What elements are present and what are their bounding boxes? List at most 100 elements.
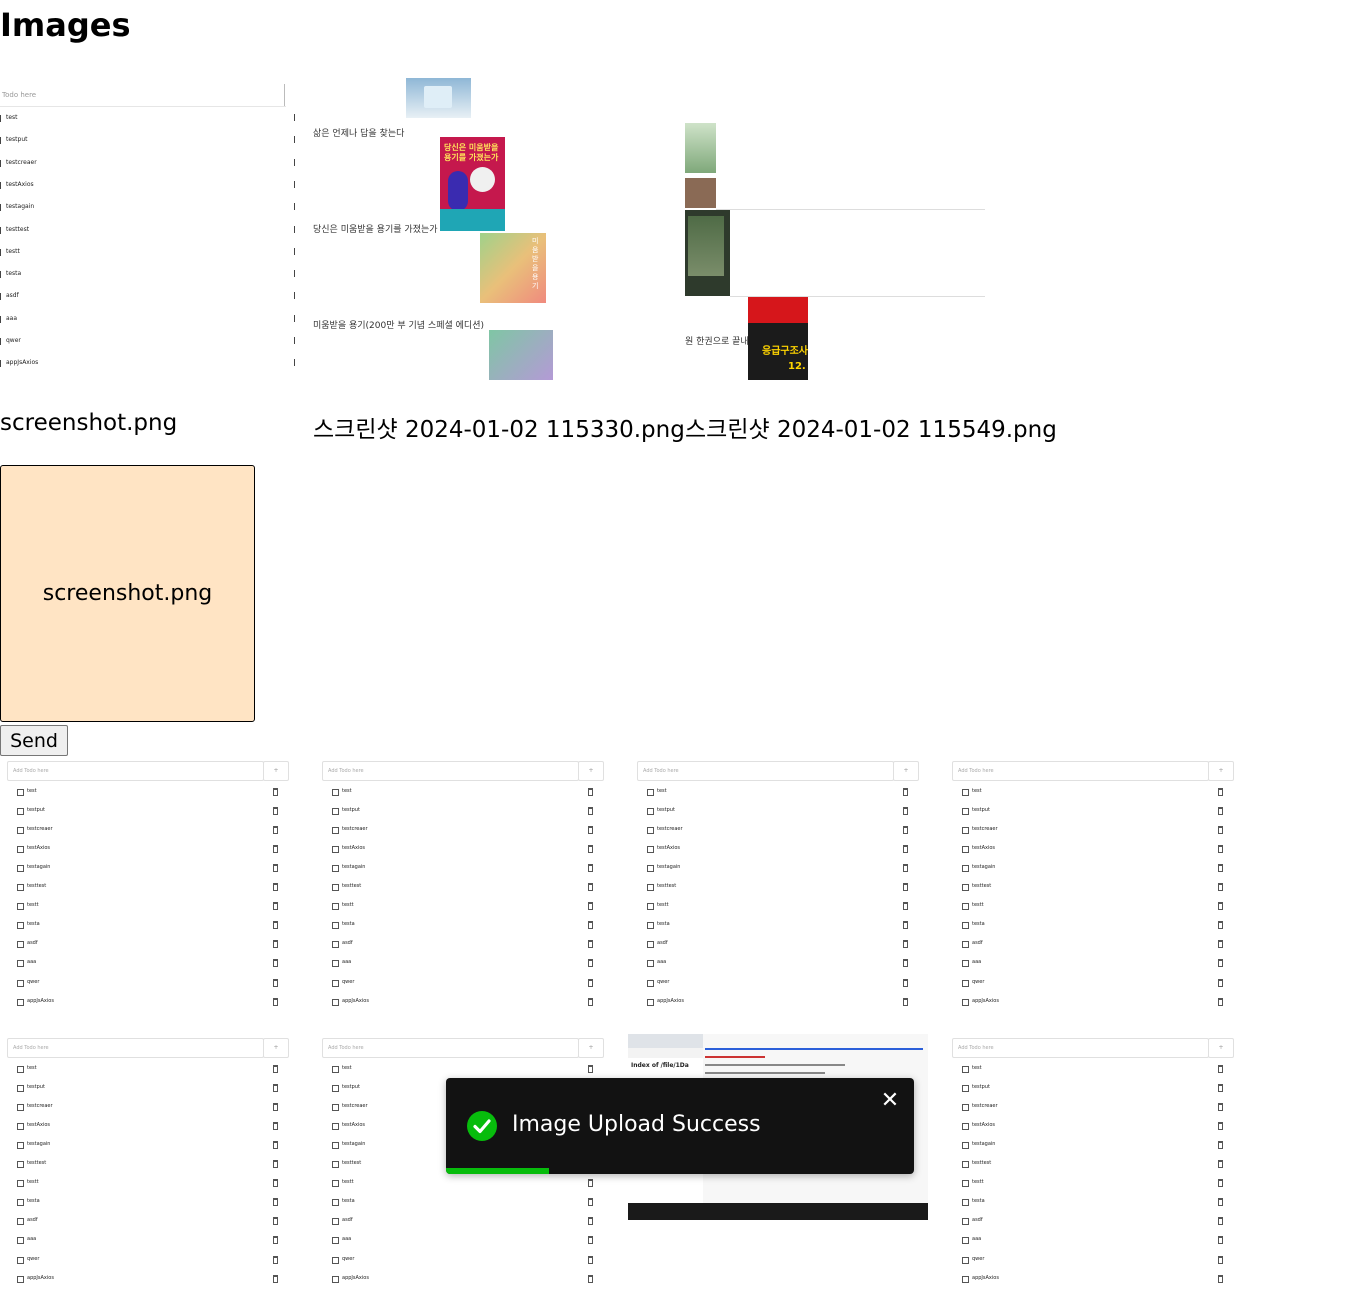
todo-thumb-label: testagain xyxy=(27,864,51,871)
todo-input-thumb: Add Todo here xyxy=(7,1038,264,1058)
todo-thumb-label: aaa xyxy=(27,1236,37,1243)
file-dropzone[interactable]: screenshot.png xyxy=(0,465,255,722)
todo-thumb-label: testagain xyxy=(657,864,681,871)
checkbox-icon xyxy=(332,941,339,949)
todo-input-thumb: Todo here xyxy=(0,84,286,107)
todo-thumb-row: test xyxy=(945,1065,1245,1084)
todo-thumb-label: testtest xyxy=(972,883,992,890)
todo-thumb-label: testagain xyxy=(972,864,996,871)
todo-input-thumb: Add Todo here xyxy=(952,761,1209,781)
todo-thumb-label: qwer xyxy=(27,978,40,985)
trash-icon xyxy=(1218,1217,1223,1226)
todo-thumb-row: test xyxy=(945,788,1245,807)
checkbox-icon xyxy=(17,960,24,968)
trash-icon xyxy=(1218,940,1223,949)
trash-icon xyxy=(294,158,298,166)
todo-thumb-row: asdf xyxy=(945,940,1245,959)
todo-thumb-label: appJsAxios xyxy=(6,359,39,367)
gallery-image[interactable]: Add Todo here + test testput testcreaer testA… xyxy=(945,1038,1245,1308)
todo-thumb-row: aaa xyxy=(0,1236,300,1255)
checkbox-icon xyxy=(332,846,339,854)
checkbox-icon xyxy=(647,903,654,911)
todo-thumb-row: testtest xyxy=(0,1160,300,1179)
todo-thumb-label: test xyxy=(342,1065,352,1071)
todo-thumb-row: asdf xyxy=(0,1217,300,1236)
checkbox-icon xyxy=(0,226,3,234)
book-result-text-3: 미움받을 용기(200만 부 기념 스페셜 에디션) xyxy=(313,321,484,331)
todo-thumb-row: qwer xyxy=(0,1255,300,1275)
todo-thumb-row: testput xyxy=(0,1084,300,1103)
trash-icon xyxy=(903,959,908,968)
checkbox-icon xyxy=(17,808,24,816)
checkbox-icon xyxy=(17,1237,24,1245)
todo-thumb-label: testtest xyxy=(342,1160,362,1167)
checkbox-icon xyxy=(0,315,3,323)
todo-thumb-row: testcreaer xyxy=(0,1103,300,1122)
todo-thumb-row: testAxios xyxy=(0,179,300,193)
todo-thumb-label: testcreaer xyxy=(27,1103,53,1110)
todo-thumb-row: aaa xyxy=(0,313,300,327)
checkbox-icon xyxy=(962,998,969,1006)
checkbox-icon xyxy=(332,1161,339,1169)
todo-thumb-row: testagain xyxy=(945,864,1245,883)
todo-thumb-row: testAxios xyxy=(315,845,615,864)
checkbox-icon xyxy=(0,115,3,122)
trash-icon xyxy=(1218,1274,1223,1283)
todo-thumb-label: aaa xyxy=(657,959,667,966)
todo-thumb-label: testa xyxy=(972,1198,985,1205)
todo-input-thumb: Add Todo here xyxy=(322,1038,579,1058)
checkbox-icon xyxy=(962,827,969,835)
trash-icon xyxy=(273,1179,278,1188)
todo-thumb-label: testAxios xyxy=(972,845,996,852)
trash-icon xyxy=(588,921,593,930)
todo-thumb-label: appJsAxios xyxy=(342,997,369,1004)
todo-thumb-row: testagain xyxy=(315,864,615,883)
close-icon[interactable]: ✕ xyxy=(880,1090,900,1112)
gallery-image[interactable]: Add Todo here + test testput testcreaer testA… xyxy=(630,761,930,1031)
trash-icon xyxy=(273,940,278,949)
gallery-image[interactable]: Add Todo here + test testput testcreaer testA… xyxy=(945,761,1245,1031)
gallery-image[interactable]: Add Todo here + test testput testcreaer testA… xyxy=(0,1038,300,1308)
todo-thumb-row: appJsAxios xyxy=(0,357,300,371)
todo-thumb-row: asdf xyxy=(0,940,300,959)
todo-thumb-row: qwer xyxy=(315,1255,615,1275)
checkbox-icon xyxy=(17,1161,24,1169)
todo-thumb-label: asdf xyxy=(972,940,983,947)
todo-thumb-label: test xyxy=(972,788,982,794)
gallery-image[interactable]: Add Todo here + test testput testcreaer testA… xyxy=(0,761,300,1031)
checkbox-icon xyxy=(332,1142,339,1150)
checkbox-icon xyxy=(332,1085,339,1093)
checkbox-icon xyxy=(0,159,3,167)
checkbox-icon xyxy=(962,1066,969,1073)
checkbox-icon xyxy=(17,1085,24,1093)
todo-thumb-row: test xyxy=(0,788,300,807)
book-cover-temple xyxy=(685,178,716,208)
todo-thumb-label: asdf xyxy=(6,292,19,300)
toast-progress-bar xyxy=(446,1168,549,1174)
send-button[interactable]: Send xyxy=(0,725,68,756)
todo-thumb-label: testa xyxy=(6,270,22,278)
trash-icon xyxy=(588,1217,593,1226)
trash-icon xyxy=(273,1160,278,1169)
todo-thumb-label: asdf xyxy=(342,1217,353,1224)
checkbox-icon xyxy=(332,789,339,796)
gallery-image[interactable]: Add Todo here + test testput testcreaer testA… xyxy=(315,761,615,1031)
checkbox-icon xyxy=(332,1180,339,1188)
trash-icon xyxy=(273,1122,278,1131)
trash-icon xyxy=(903,826,908,835)
checkbox-icon xyxy=(0,293,3,301)
trash-icon xyxy=(294,337,298,344)
todo-thumb-row: testagain xyxy=(0,201,300,215)
todo-thumb-label: test xyxy=(342,788,352,794)
todo-thumb-label: testagain xyxy=(342,1141,366,1148)
todo-thumb-row: testAxios xyxy=(0,1122,300,1141)
todo-thumb-row: asdf xyxy=(315,1217,615,1236)
todo-thumb-label: testcreaer xyxy=(342,1103,368,1110)
todo-thumb-row: testa xyxy=(315,921,615,940)
todo-thumb-label: aaa xyxy=(6,314,18,322)
todo-thumb-row: aaa xyxy=(315,1236,615,1255)
todo-thumb-label: testAxios xyxy=(6,180,34,188)
dropzone-filename: screenshot.png xyxy=(42,581,213,606)
todo-thumb-row: testt xyxy=(945,1179,1245,1198)
todo-thumb-label: testAxios xyxy=(342,845,366,852)
